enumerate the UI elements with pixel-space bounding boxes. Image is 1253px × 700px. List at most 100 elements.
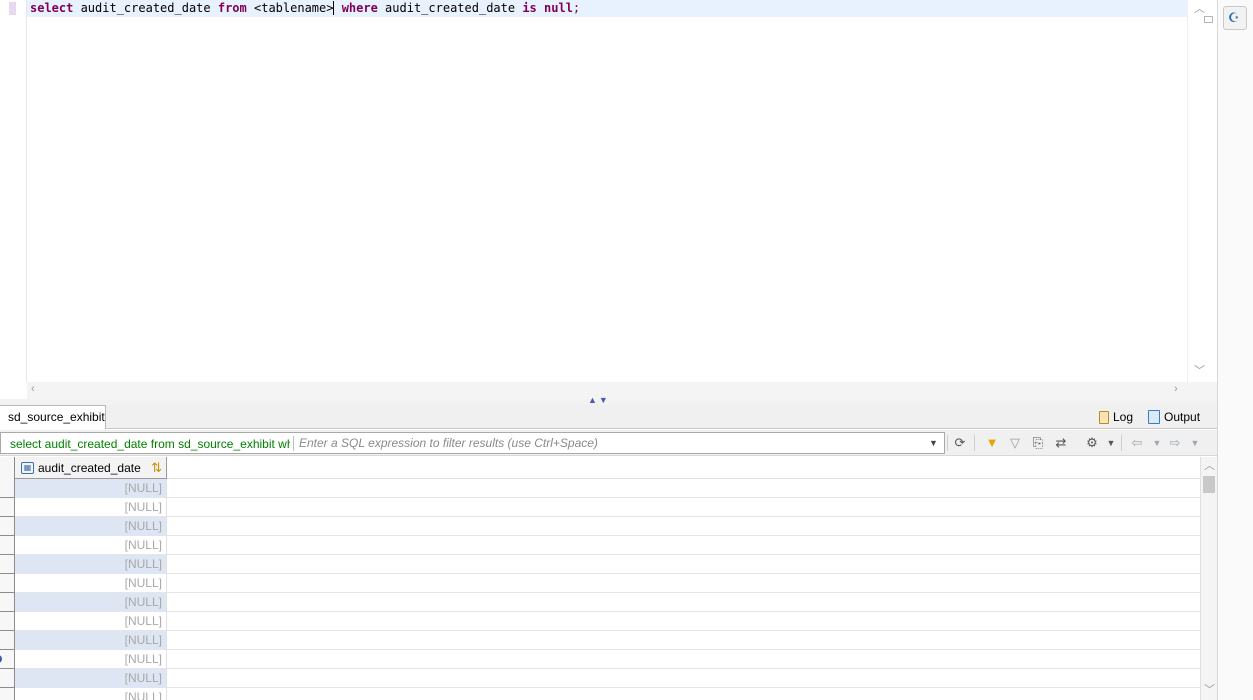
copy-filter-icon[interactable]: ⎘ — [1029, 434, 1047, 452]
results-grid[interactable]: ▦ audit_created_date ⇅ [NULL] [NULL] [NULL… — [0, 457, 1200, 700]
table-row[interactable]: [NULL] — [0, 650, 1200, 669]
outline-button[interactable]: ☪ — [1223, 6, 1247, 30]
forward-icon[interactable]: ⇨ — [1166, 434, 1184, 452]
column-header-label: audit_created_date — [38, 460, 141, 475]
table-row[interactable]: [NULL] — [0, 631, 1200, 650]
table-cell[interactable]: [NULL] — [15, 536, 167, 555]
scroll-up-icon[interactable]: ︿ — [1194, 4, 1205, 15]
editor-gutter — [0, 0, 27, 382]
output-icon — [1148, 410, 1160, 424]
header-filler — [167, 457, 1200, 479]
scroll-left-icon[interactable]: ‹ — [31, 384, 35, 395]
log-icon — [1099, 410, 1109, 424]
row-header[interactable] — [0, 612, 15, 631]
overview-ruler-icon — [1204, 16, 1213, 23]
table-row[interactable]: [NULL] — [0, 479, 1200, 498]
table-cell[interactable]: [NULL] — [15, 555, 167, 574]
toolbar-separator — [947, 435, 948, 451]
date-column-icon: ▦ — [21, 461, 34, 474]
row-header[interactable] — [0, 650, 15, 669]
sql-column: audit_created_date — [73, 1, 218, 15]
log-button[interactable]: Log — [1099, 408, 1133, 426]
tab-label: sd_source_exhibit — [8, 410, 105, 424]
scrollbar-thumb[interactable] — [1203, 476, 1215, 493]
sql-keyword-from: from — [217, 1, 247, 15]
column-header-audit-created-date[interactable]: ▦ audit_created_date ⇅ — [15, 457, 167, 479]
toolbar-separator — [1121, 435, 1122, 451]
row-header[interactable] — [0, 688, 15, 700]
sql-where-column: audit_created_date — [377, 1, 523, 15]
output-label: Output — [1164, 410, 1201, 424]
sql-keyword-null: null — [544, 1, 573, 15]
table-row[interactable]: [NULL] — [0, 574, 1200, 593]
table-cell[interactable]: [NULL] — [15, 612, 167, 631]
table-row[interactable]: [NULL] — [0, 669, 1200, 688]
sql-keyword-where: where — [341, 1, 378, 15]
table-cell[interactable]: [NULL] — [15, 669, 167, 688]
result-rows: [NULL] [NULL] [NULL] [NULL] [NULL] [NULL] [NUL… — [0, 479, 1200, 700]
back-history-dropdown-icon[interactable]: ▼ — [1148, 434, 1166, 452]
active-query-text[interactable]: select audit_created_date from sd_source… — [10, 437, 290, 451]
outline-icon: ☪ — [1228, 10, 1240, 25]
table-cell[interactable]: [NULL] — [15, 574, 167, 593]
row-header[interactable] — [0, 555, 15, 574]
table-cell[interactable]: [NULL] — [15, 650, 167, 669]
row-header[interactable] — [0, 574, 15, 593]
sort-icon[interactable]: ⇅ — [151, 460, 162, 476]
filter-settings-icon[interactable]: ⚙ — [1083, 434, 1101, 452]
right-side-toolbar: ☪ — [1217, 0, 1253, 700]
dbeaver-window: select audit_created_date from <tablenam… — [0, 0, 1253, 700]
filter-history-dropdown-icon[interactable]: ▼ — [929, 438, 938, 448]
table-cell[interactable]: [NULL] — [15, 688, 167, 700]
table-row[interactable]: [NULL] — [0, 517, 1200, 536]
maximize-restore-arrows-icon[interactable]: ▲▼ — [588, 395, 610, 405]
row-header[interactable] — [0, 631, 15, 650]
editor-horizontal-scrollbar[interactable]: ‹ › — [27, 382, 1217, 399]
row-header[interactable] — [0, 517, 15, 536]
chevron-down-icon[interactable]: ▼ — [1102, 434, 1120, 452]
scroll-down-icon[interactable]: ﹀ — [1204, 685, 1215, 696]
table-row[interactable]: [NULL] — [0, 688, 1200, 700]
filter-icon[interactable]: ▼ — [983, 434, 1001, 452]
back-icon[interactable]: ⇦ — [1128, 434, 1146, 452]
filter-input[interactable] — [299, 435, 919, 451]
refresh-icon[interactable]: ⟳ — [951, 434, 969, 452]
sql-keyword-is: is — [522, 1, 537, 15]
forward-history-dropdown-icon[interactable]: ▼ — [1186, 434, 1204, 452]
scroll-right-icon[interactable]: › — [1174, 384, 1178, 395]
sql-table-placeholder: <tablename> — [246, 1, 334, 15]
table-cell[interactable]: [NULL] — [15, 593, 167, 612]
current-row-marker — [0, 655, 2, 663]
row-header[interactable] — [0, 669, 15, 688]
output-button[interactable]: Output — [1148, 408, 1200, 426]
row-header[interactable] — [0, 498, 15, 517]
filter-box: select audit_created_date from sd_source… — [0, 432, 945, 454]
current-statement-marker — [9, 2, 16, 15]
row-header[interactable] — [0, 479, 15, 498]
grid-vertical-scrollbar[interactable]: ︿ ﹀ — [1200, 457, 1217, 700]
log-label: Log — [1113, 410, 1134, 424]
scroll-down-icon[interactable]: ﹀ — [1194, 366, 1205, 377]
row-header[interactable] — [0, 536, 15, 555]
table-cell[interactable]: [NULL] — [15, 517, 167, 536]
toolbar-separator — [974, 435, 975, 451]
table-row[interactable]: [NULL] — [0, 555, 1200, 574]
order-by-icon[interactable]: ⇄ — [1052, 434, 1070, 452]
sql-statement[interactable]: select audit_created_date from <tablenam… — [30, 1, 580, 16]
editor-vertical-scrollbar[interactable]: ︿ ﹀ — [1187, 0, 1217, 382]
table-cell[interactable]: [NULL] — [15, 498, 167, 517]
scroll-up-icon[interactable]: ︿ — [1204, 461, 1215, 472]
table-row[interactable]: [NULL] — [0, 612, 1200, 631]
table-row[interactable]: [NULL] — [0, 498, 1200, 517]
clear-filter-icon[interactable]: ▽ — [1006, 434, 1024, 452]
table-cell[interactable]: [NULL] — [15, 479, 167, 498]
table-cell[interactable]: [NULL] — [15, 631, 167, 650]
sql-keyword-select: select — [30, 1, 74, 15]
row-header[interactable] — [0, 593, 15, 612]
filter-separator — [293, 436, 294, 451]
tab-sd-source-exhibit[interactable]: sd_source_exhibit — [0, 405, 106, 429]
table-row[interactable]: [NULL] — [0, 536, 1200, 555]
table-row[interactable]: [NULL] — [0, 593, 1200, 612]
sql-editor[interactable]: select audit_created_date from <tablenam… — [0, 0, 1187, 382]
sql-semicolon: ; — [572, 1, 581, 15]
